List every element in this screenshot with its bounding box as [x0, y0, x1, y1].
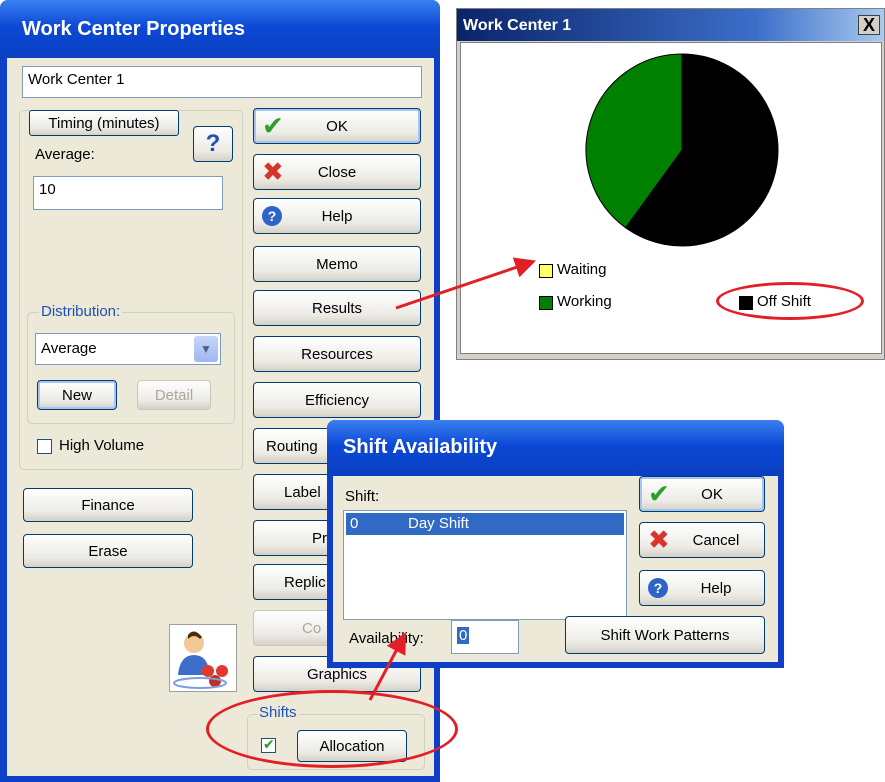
annotation-arrows [368, 257, 536, 701]
results-to-legend-arrow [395, 257, 536, 310]
shifts-to-availability-arrow [368, 632, 406, 701]
